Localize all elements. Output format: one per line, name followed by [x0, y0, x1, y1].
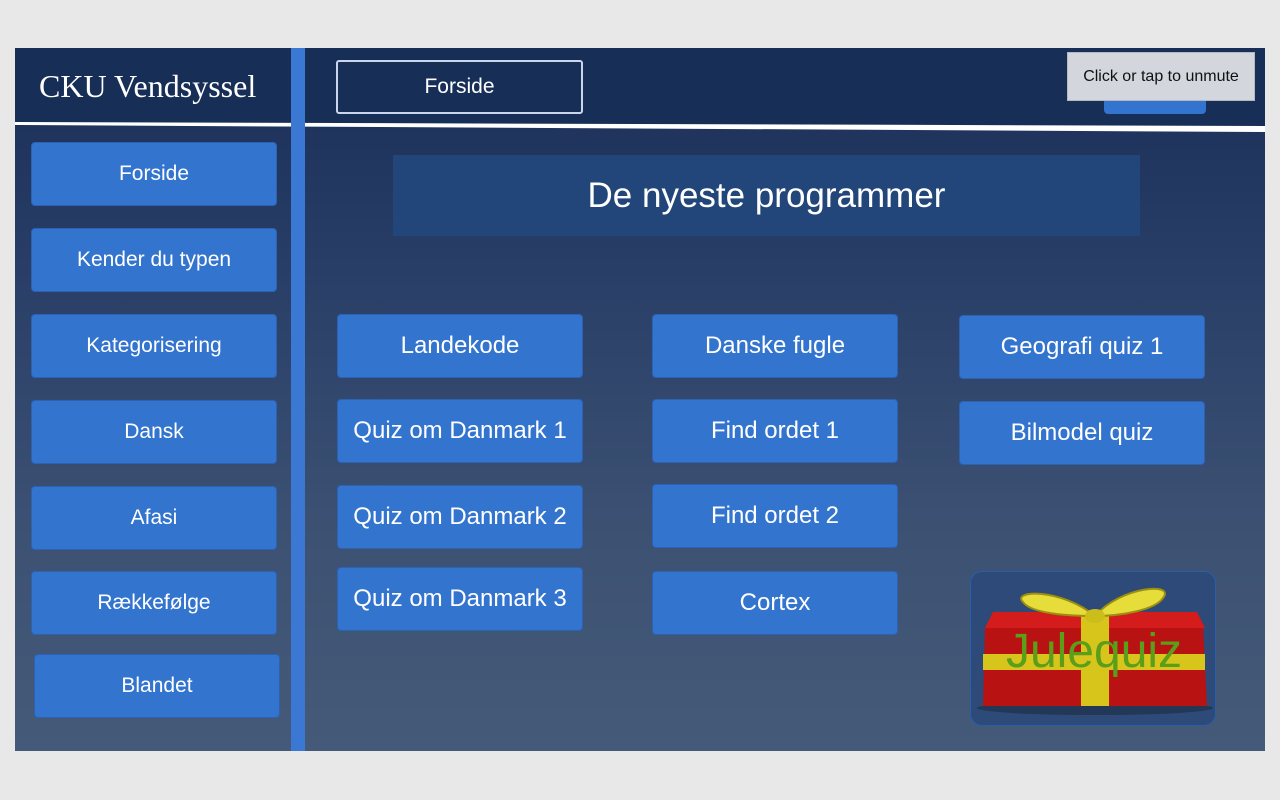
- program-geografi-quiz-1[interactable]: Geografi quiz 1: [959, 315, 1205, 379]
- site-title: CKU Vendsyssel: [39, 68, 257, 104]
- program-quiz-om-danmark-2[interactable]: Quiz om Danmark 2: [337, 485, 583, 549]
- program-landekode[interactable]: Landekode: [337, 314, 583, 378]
- app-stage: CKU Vendsyssel Forside test Forside Kend…: [15, 48, 1265, 751]
- program-julequiz[interactable]: Julequiz: [970, 571, 1216, 726]
- sidebar-item-blandet[interactable]: Blandet: [34, 654, 280, 718]
- program-find-ordet-2[interactable]: Find ordet 2: [652, 484, 898, 548]
- sidebar-item-afasi[interactable]: Afasi: [31, 486, 277, 550]
- program-quiz-om-danmark-3[interactable]: Quiz om Danmark 3: [337, 567, 583, 631]
- program-danske-fugle[interactable]: Danske fugle: [652, 314, 898, 378]
- program-find-ordet-1[interactable]: Find ordet 1: [652, 399, 898, 463]
- sidebar-item-kender-du-typen[interactable]: Kender du typen: [31, 228, 277, 292]
- page-heading: De nyeste programmer: [393, 155, 1140, 236]
- sidebar-item-forside[interactable]: Forside: [31, 142, 277, 206]
- program-cortex[interactable]: Cortex: [652, 571, 898, 635]
- julequiz-label: Julequiz: [1005, 625, 1183, 678]
- sidebar-item-raekkefolge[interactable]: Rækkefølge: [31, 571, 277, 635]
- sidebar-divider: [291, 48, 305, 751]
- nav-forside-button[interactable]: Forside: [336, 60, 583, 114]
- program-bilmodel-quiz[interactable]: Bilmodel quiz: [959, 401, 1205, 465]
- sidebar-item-dansk[interactable]: Dansk: [31, 400, 277, 464]
- sidebar-item-kategorisering[interactable]: Kategorisering: [31, 314, 277, 378]
- unmute-button[interactable]: Click or tap to unmute: [1067, 52, 1255, 101]
- program-quiz-om-danmark-1[interactable]: Quiz om Danmark 1: [337, 399, 583, 463]
- header-divider: [15, 122, 1265, 132]
